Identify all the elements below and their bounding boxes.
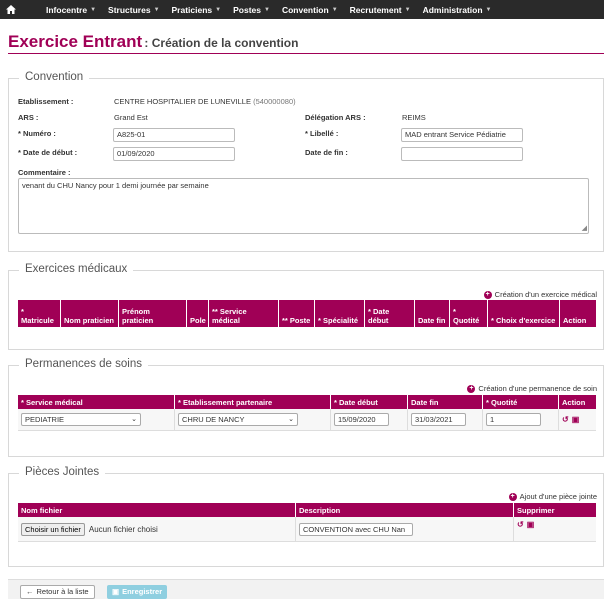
- file-status: Aucun fichier choisi: [88, 524, 158, 534]
- pieces-panel: Pièces Jointes + Ajout d'une pièce jointe…: [8, 466, 604, 567]
- title-divider: [8, 53, 604, 54]
- numero-label: * Numéro :: [18, 129, 56, 138]
- arrow-left-icon: ←: [26, 587, 34, 596]
- top-navbar: Infocentre ▼ Structures ▼ Praticiens ▼ Post…: [0, 0, 604, 19]
- date-fin-label: Date de fin :: [305, 148, 348, 157]
- permanences-table-header: * Service médical * Etablissement parten…: [18, 395, 596, 409]
- etablissement-label: Etablissement :: [18, 97, 74, 106]
- col-service-medical: * Service médical: [18, 395, 175, 409]
- col-date-fin: Date fin: [415, 300, 450, 327]
- undo-icon[interactable]: ↺: [562, 415, 569, 424]
- col-nom: Nom praticien: [61, 300, 119, 327]
- libelle-label: * Libellé :: [305, 129, 339, 138]
- col-perm-date-fin: Date fin: [408, 395, 483, 409]
- date-debut-input[interactable]: 01/09/2020: [113, 147, 235, 161]
- date-fin-input[interactable]: [401, 147, 523, 161]
- convention-panel: Convention Etablissement : CENTRE HOSPIT…: [8, 71, 604, 252]
- ars-value: Grand Est: [114, 113, 148, 122]
- col-supprimer: Supprimer: [517, 506, 555, 515]
- col-matricule: * Matricule: [18, 300, 61, 327]
- nav-convention[interactable]: Convention ▼: [276, 0, 344, 19]
- col-pole: Pole: [187, 300, 209, 327]
- ars-label: ARS :: [18, 113, 39, 122]
- page-subtitle: : Création de la convention: [144, 36, 299, 50]
- caret-down-icon: ▼: [153, 6, 160, 13]
- page-title: Exercice Entrant : Création de la conven…: [8, 32, 298, 52]
- form-footer: ← Retour à la liste ▣ Enregistrer: [8, 579, 604, 599]
- table-row: Choisir un fichier Aucun fichier choisi …: [18, 517, 596, 542]
- plus-circle-icon: +: [483, 290, 492, 299]
- convention-legend: Convention: [19, 71, 90, 83]
- permanences-panel: Permanences de soins + Création d'une per…: [8, 358, 604, 457]
- etablissement-value: CENTRE HOSPITALIER DE LUNEVILLE (5400000…: [114, 97, 296, 106]
- delegation-label: Délégation ARS :: [305, 113, 366, 122]
- perm-quotite-input[interactable]: 1: [486, 413, 541, 426]
- choose-file-button[interactable]: Choisir un fichier: [21, 522, 85, 536]
- col-quotite: * Quotité: [450, 300, 488, 327]
- chevron-down-icon: ⌄: [131, 416, 137, 423]
- add-piece-link[interactable]: + Ajout d'une pièce jointe: [508, 492, 597, 501]
- table-row: PEDIATRIE ⌄ CHRU DE NANCY ⌄ 15/09/2020 31/…: [18, 409, 596, 431]
- perm-date-fin-input[interactable]: 31/03/2021: [411, 413, 466, 426]
- numero-input[interactable]: A825-01: [113, 128, 235, 142]
- col-choix: * Choix d'exercice: [488, 300, 560, 327]
- exercices-table-header: * Matricule Nom praticien Prénom pratici…: [18, 300, 596, 327]
- col-date-debut: * Date début: [365, 300, 415, 327]
- home-icon[interactable]: [0, 0, 22, 19]
- date-debut-label: * Date de début :: [18, 148, 78, 157]
- nav-recrutement[interactable]: Recrutement ▼: [344, 0, 417, 19]
- save-icon[interactable]: ▣: [527, 520, 535, 529]
- save-button[interactable]: ▣ Enregistrer: [107, 585, 168, 599]
- commentaire-text: venant du CHU Nancy pour 1 demi journée …: [22, 181, 209, 190]
- resize-handle-icon[interactable]: ◢: [582, 224, 587, 232]
- etablissement-code: (540000080): [253, 97, 296, 106]
- plus-circle-icon: +: [467, 384, 476, 393]
- caret-down-icon: ▼: [263, 6, 270, 13]
- col-action: Action: [563, 316, 587, 325]
- commentaire-textarea[interactable]: venant du CHU Nancy pour 1 demi journée …: [18, 178, 589, 234]
- etablissement-select[interactable]: CHRU DE NANCY ⌄: [178, 413, 298, 426]
- commentaire-label: Commentaire :: [18, 168, 71, 177]
- col-perm-action: Action: [562, 398, 586, 407]
- permanences-legend: Permanences de soins: [19, 358, 148, 370]
- caret-down-icon: ▼: [485, 6, 492, 13]
- libelle-input[interactable]: MAD entrant Service Pédiatrie: [401, 128, 523, 142]
- add-exercice-link[interactable]: + Création d'un exercice médical: [483, 290, 597, 299]
- nav-postes[interactable]: Postes ▼: [227, 0, 276, 19]
- plus-circle-icon: +: [508, 492, 517, 501]
- exercices-legend: Exercices médicaux: [19, 263, 134, 275]
- save-icon[interactable]: ▣: [572, 415, 580, 424]
- col-perm-date-debut: * Date début: [331, 395, 408, 409]
- col-perm-quotite: * Quotité: [483, 395, 559, 409]
- pieces-legend: Pièces Jointes: [19, 466, 106, 478]
- exercices-panel: Exercices médicaux + Création d'un exerci…: [8, 263, 604, 350]
- col-poste: ** Poste: [279, 300, 315, 327]
- caret-down-icon: ▼: [215, 6, 222, 13]
- add-permanence-link[interactable]: + Création d'une permanence de soin: [467, 384, 597, 393]
- back-to-list-button[interactable]: ← Retour à la liste: [20, 585, 95, 599]
- nav-praticiens[interactable]: Praticiens ▼: [166, 0, 228, 19]
- col-etablissement: * Etablissement partenaire: [175, 395, 331, 409]
- nav-administration[interactable]: Administration ▼: [417, 0, 498, 19]
- description-input[interactable]: CONVENTION avec CHU Nan: [299, 522, 413, 536]
- caret-down-icon: ▼: [90, 6, 97, 13]
- caret-down-icon: ▼: [404, 6, 411, 13]
- chevron-down-icon: ⌄: [288, 416, 294, 423]
- service-select[interactable]: PEDIATRIE ⌄: [21, 413, 141, 426]
- perm-date-debut-input[interactable]: 15/09/2020: [334, 413, 389, 426]
- delegation-value: REIMS: [402, 113, 426, 122]
- undo-icon[interactable]: ↺: [517, 520, 524, 529]
- pieces-table-header: Nom fichier Description Supprimer: [18, 503, 596, 517]
- page-title-main: Exercice Entrant: [8, 32, 143, 51]
- col-prenom: Prénom praticien: [119, 300, 187, 327]
- nav-structures[interactable]: Structures ▼: [102, 0, 165, 19]
- nav-infocentre[interactable]: Infocentre ▼: [40, 0, 102, 19]
- col-service: ** Service médical: [209, 300, 279, 327]
- col-specialite: * Spécialité: [315, 300, 365, 327]
- caret-down-icon: ▼: [331, 6, 338, 13]
- col-description: Description: [296, 503, 514, 517]
- col-nom-fichier: Nom fichier: [18, 503, 296, 517]
- floppy-icon: ▣: [112, 587, 120, 596]
